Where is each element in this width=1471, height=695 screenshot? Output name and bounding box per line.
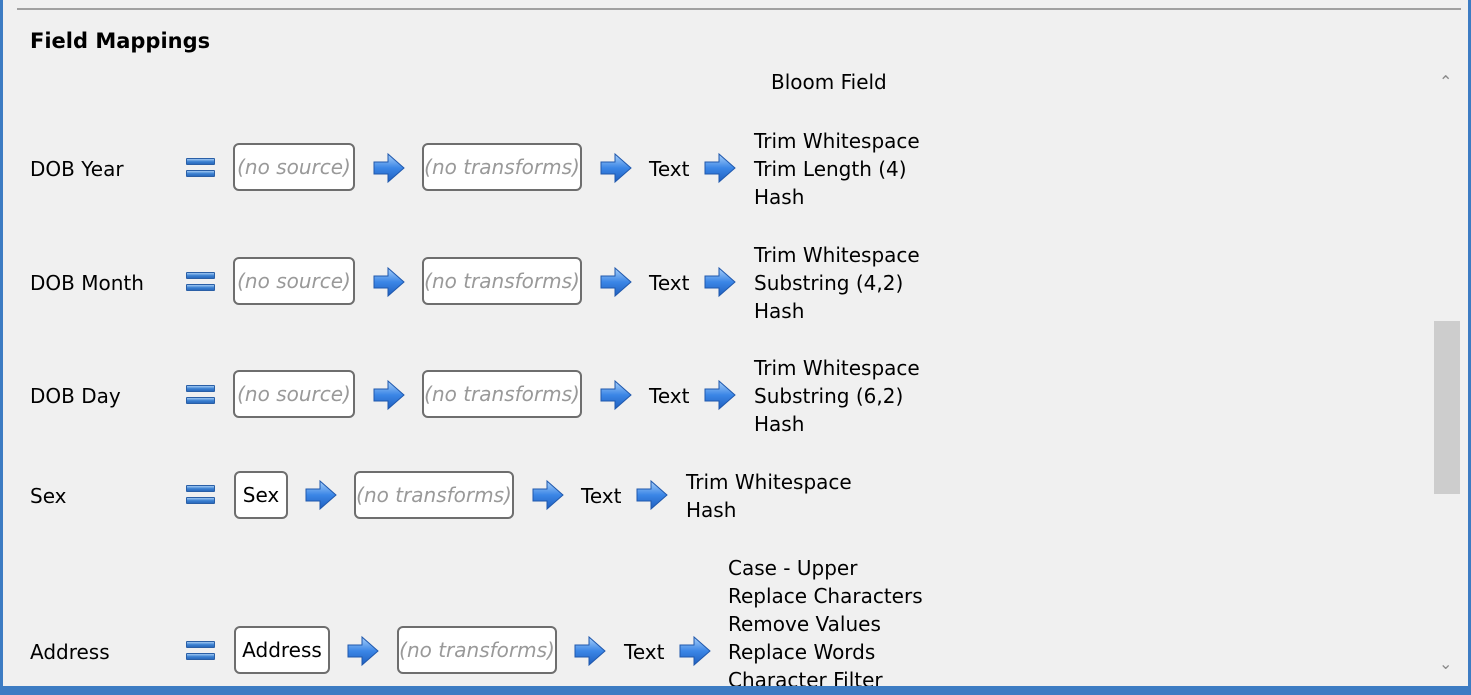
equals-icon [186, 485, 215, 505]
bloom-step: Hash [686, 498, 737, 522]
scrollbar-thumb[interactable] [1434, 321, 1460, 494]
bloom-step: Hash [754, 299, 805, 323]
scroll-down-button[interactable]: ⌄ [1439, 654, 1452, 673]
arrow-right-icon [600, 152, 632, 184]
equals-icon [186, 385, 215, 405]
bloom-steps: Trim Whitespace Trim Length (4) Hash [754, 127, 920, 211]
transforms-box[interactable]: (no transforms) [422, 257, 582, 305]
arrow-right-icon [704, 266, 736, 298]
arrow-right-icon [532, 479, 564, 511]
content-area: Field Mappings Bloom Field DOB Year (no … [3, 0, 1468, 686]
bloom-step: Trim Length (4) [754, 157, 907, 181]
field-label: DOB Year [30, 157, 124, 181]
arrow-right-icon [600, 379, 632, 411]
field-label: DOB Month [30, 271, 144, 295]
bloom-step: Replace Words [728, 640, 876, 664]
bloom-step: Character Filter [728, 668, 883, 686]
equals-icon [186, 272, 215, 292]
source-box[interactable]: (no source) [233, 370, 355, 418]
bloom-step: Substring (6,2) [754, 384, 904, 408]
bloom-step: Trim Whitespace [754, 356, 920, 380]
transforms-box[interactable]: (no transforms) [422, 370, 582, 418]
divider [17, 8, 1461, 10]
bloom-step: Trim Whitespace [754, 129, 920, 153]
arrow-right-icon [305, 479, 337, 511]
equals-icon [186, 158, 215, 178]
arrow-right-icon [347, 635, 379, 667]
arrow-right-icon [373, 379, 405, 411]
transforms-box[interactable]: (no transforms) [422, 143, 582, 191]
bloom-step: Trim Whitespace [754, 243, 920, 267]
column-header: Bloom Field [771, 70, 887, 94]
bloom-step: Hash [754, 185, 805, 209]
source-box[interactable]: (no source) [233, 143, 355, 191]
scroll-up-button[interactable]: ⌃ [1439, 72, 1452, 91]
arrow-right-icon [636, 479, 668, 511]
bloom-steps: Trim Whitespace Substring (4,2) Hash [754, 241, 920, 325]
bloom-steps: Case - Upper Replace Characters Remove V… [728, 554, 923, 686]
bloom-step: Trim Whitespace [686, 470, 852, 494]
type-label: Text [649, 384, 690, 408]
bloom-step: Case - Upper [728, 556, 858, 580]
bloom-step: Replace Characters [728, 584, 923, 608]
arrow-right-icon [600, 266, 632, 298]
arrow-right-icon [373, 266, 405, 298]
transforms-box[interactable]: (no transforms) [397, 626, 557, 674]
bloom-step: Hash [754, 412, 805, 436]
field-label: DOB Day [30, 384, 121, 408]
type-label: Text [624, 640, 665, 664]
source-box[interactable]: (no source) [233, 257, 355, 305]
source-box[interactable]: Address [234, 626, 330, 674]
arrow-right-icon [373, 152, 405, 184]
arrow-right-icon [574, 635, 606, 667]
bloom-steps: Trim Whitespace Hash [686, 468, 852, 524]
window: Field Mappings Bloom Field DOB Year (no … [0, 0, 1471, 686]
field-label: Sex [30, 484, 67, 508]
type-label: Text [581, 484, 622, 508]
bloom-step: Substring (4,2) [754, 271, 904, 295]
bloom-steps: Trim Whitespace Substring (6,2) Hash [754, 354, 920, 438]
section-title: Field Mappings [30, 29, 211, 53]
field-label: Address [30, 640, 110, 664]
type-label: Text [649, 157, 690, 181]
arrow-right-icon [679, 635, 711, 667]
arrow-right-icon [704, 379, 736, 411]
arrow-right-icon [704, 152, 736, 184]
transforms-box[interactable]: (no transforms) [354, 471, 514, 519]
type-label: Text [649, 271, 690, 295]
equals-icon [186, 641, 215, 661]
source-box[interactable]: Sex [234, 471, 288, 519]
bloom-step: Remove Values [728, 612, 881, 636]
